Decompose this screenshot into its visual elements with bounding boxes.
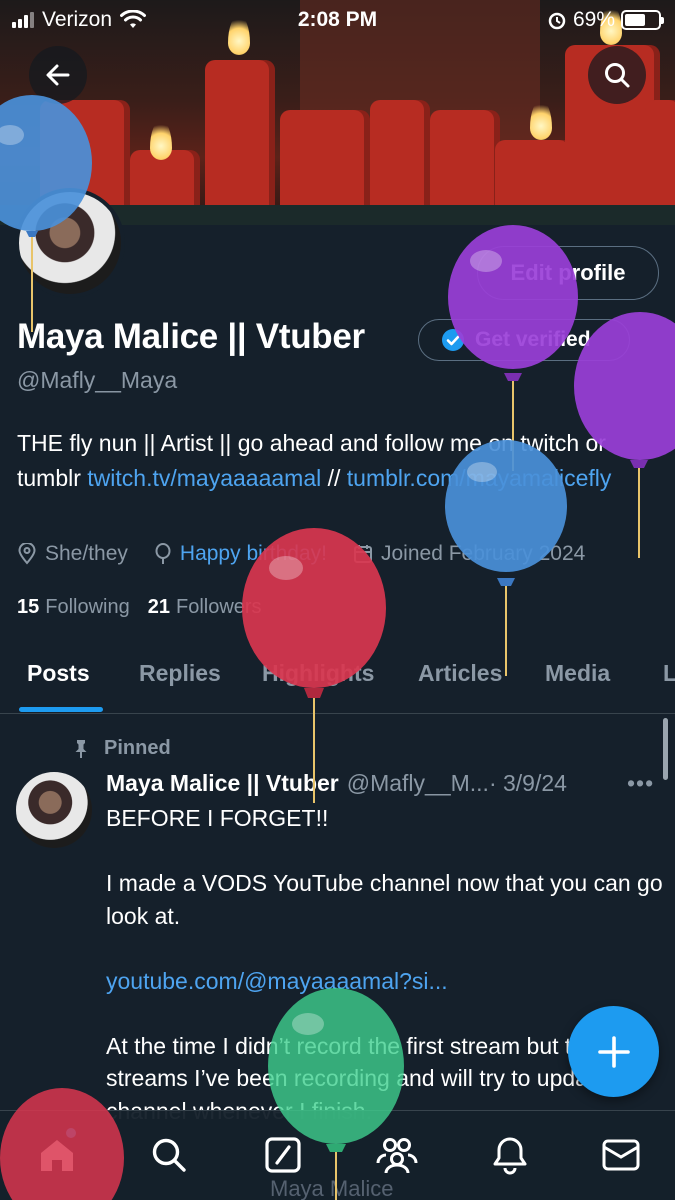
followers-link[interactable]: 21 Followers <box>148 596 262 619</box>
profile-avatar[interactable] <box>15 188 125 298</box>
tab-media[interactable]: Media <box>545 660 610 687</box>
joined-date: Joined February 2024 <box>381 542 586 565</box>
calendar-icon <box>354 545 372 563</box>
get-verified-button[interactable]: Get verified <box>418 319 630 361</box>
battery-icon <box>621 10 664 30</box>
post-line: I made a VODS YouTube channel now that y… <box>106 870 663 929</box>
communities-icon <box>376 1138 418 1174</box>
following-link[interactable]: 15 Following <box>17 596 130 619</box>
display-name: Maya Malice || Vtuber <box>17 317 365 356</box>
status-bar: Verizon 2:08 PM 69% <box>0 0 675 38</box>
post-author[interactable]: Maya Malice || Vtuber <box>106 770 339 797</box>
edit-profile-button[interactable]: Edit profile <box>477 246 659 300</box>
header-search-button[interactable] <box>588 46 646 104</box>
tab-likes[interactable]: L <box>663 660 675 687</box>
twitch-link[interactable]: twitch.tv/mayaaaaamal <box>87 465 321 491</box>
bio-separator: // <box>321 465 347 491</box>
post-date: · 3/9/24 <box>488 770 567 796</box>
tab-highlights[interactable]: Highlights <box>262 660 374 687</box>
back-button[interactable] <box>29 46 87 104</box>
pinned-indicator: Pinned <box>72 737 171 760</box>
search-icon <box>152 1138 186 1172</box>
follow-stats: 15 Following 21 Followers <box>17 596 262 619</box>
home-notification-dot <box>66 1128 76 1138</box>
get-verified-label: Get verified <box>475 328 591 351</box>
compose-post-button[interactable] <box>568 1006 659 1097</box>
pronouns: She/they <box>45 542 128 565</box>
tab-replies[interactable]: Replies <box>139 660 221 687</box>
bell-icon <box>493 1137 527 1175</box>
home-icon <box>41 1140 73 1171</box>
post-avatar[interactable] <box>16 772 92 848</box>
pin-icon <box>75 739 87 758</box>
location-icon <box>18 543 36 565</box>
nav-home[interactable] <box>33 1131 81 1179</box>
profile-handle: @Mafly__Maya <box>17 367 178 393</box>
nav-search[interactable] <box>145 1131 193 1179</box>
birthday-text[interactable]: Happy birthday! <box>180 542 327 566</box>
battery-percent: 69% <box>572 8 615 31</box>
post-header: Maya Malice || Vtuber @Mafly__M... · 3/9… <box>106 770 567 797</box>
post-handle: @Mafly__M... <box>346 770 489 796</box>
youtube-link[interactable]: youtube.com/@mayaaaamal?si... <box>106 965 666 998</box>
quoted-post-preview: Maya Malice <box>270 1176 394 1200</box>
pinned-label: Pinned <box>104 737 171 759</box>
profile-meta: She/they Happy birthday! Joined February… <box>17 542 611 566</box>
balloon-icon <box>155 543 171 564</box>
tab-posts[interactable]: Posts <box>27 660 90 687</box>
nav-communities[interactable] <box>373 1131 421 1179</box>
profile-tabs: Posts Replies Highlights Articles Media … <box>0 636 675 714</box>
mail-icon <box>602 1139 640 1171</box>
alarm-icon <box>548 12 566 30</box>
more-options-icon[interactable]: ••• <box>627 770 654 797</box>
nav-messages[interactable] <box>597 1131 645 1179</box>
plus-icon <box>597 1035 630 1068</box>
scrollbar[interactable] <box>663 718 668 780</box>
search-icon <box>605 63 630 88</box>
active-tab-indicator <box>19 707 103 712</box>
verified-badge-icon <box>442 329 464 351</box>
tab-articles[interactable]: Articles <box>418 660 502 687</box>
post-line: BEFORE I FORGET!! <box>106 805 329 831</box>
compose-icon <box>265 1137 301 1173</box>
nav-notifications[interactable] <box>486 1131 534 1179</box>
arrow-left-icon <box>46 64 70 86</box>
tumblr-link[interactable]: tumblr.com/mayamalicefly <box>347 465 612 491</box>
profile-bio: THE fly nun || Artist || go ahead and fo… <box>17 426 657 496</box>
nav-grok[interactable] <box>259 1131 307 1179</box>
